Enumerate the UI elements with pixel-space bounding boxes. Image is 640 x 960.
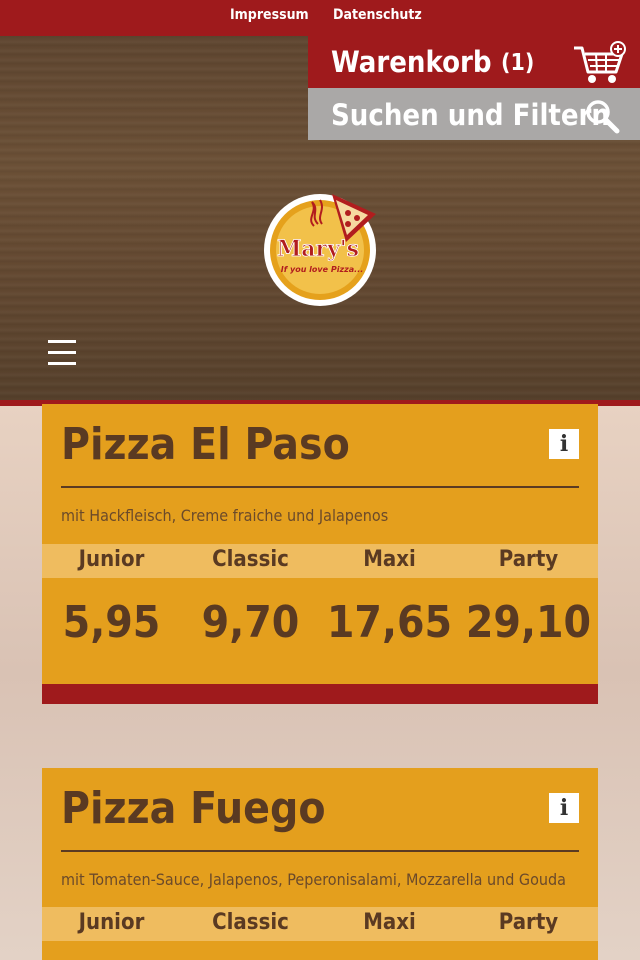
logo-text: Mary's <box>277 236 359 262</box>
size-maxi: Maxi <box>363 910 416 935</box>
search-filter-button[interactable]: Suchen und Filtern <box>308 88 640 140</box>
product-card-el-paso: Pizza El Paso i mit Hackfleisch, Creme f… <box>42 404 598 704</box>
title-divider <box>61 850 579 852</box>
product-description: mit Tomaten-Sauce, Jalapenos, Peperonisa… <box>61 870 566 889</box>
info-icon[interactable]: i <box>549 793 579 823</box>
search-label: Suchen und Filtern <box>331 98 610 132</box>
info-icon[interactable]: i <box>549 429 579 459</box>
card-footer-bar <box>42 684 598 704</box>
top-bar: Impressum Datenschutz <box>0 0 640 36</box>
price-maxi[interactable]: 17,65 <box>320 597 459 648</box>
size-junior: Junior <box>78 547 145 572</box>
price-junior[interactable]: 5,95 <box>42 597 181 648</box>
datenschutz-link[interactable]: Datenschutz <box>333 7 422 23</box>
size-maxi: Maxi <box>363 547 416 572</box>
impressum-link[interactable]: Impressum <box>230 7 309 23</box>
title-divider <box>61 486 579 488</box>
cart-label: Warenkorb <box>331 45 492 79</box>
hamburger-icon[interactable] <box>48 340 76 370</box>
product-description: mit Hackfleisch, Creme fraiche und Jalap… <box>61 506 389 525</box>
logo-tagline: If you love Pizza... <box>281 265 364 274</box>
size-classic: Classic <box>212 547 289 572</box>
product-card-fuego: Pizza Fuego i mit Tomaten-Sauce, Jalapen… <box>42 768 598 960</box>
price-party[interactable]: 29,10 <box>459 597 598 648</box>
cart-count: (1) <box>501 50 535 76</box>
size-junior: Junior <box>78 910 145 935</box>
product-title: Pizza Fuego <box>61 783 326 834</box>
magnifier-icon <box>586 100 620 134</box>
size-header-row: Junior Classic Maxi Party <box>42 544 598 578</box>
size-header-row: Junior Classic Maxi Party <box>42 907 598 941</box>
size-classic: Classic <box>212 910 289 935</box>
price-classic[interactable]: 9,70 <box>181 597 320 648</box>
product-title: Pizza El Paso <box>61 419 350 470</box>
cart-button[interactable]: Warenkorb (1) <box>308 36 640 88</box>
marys-logo[interactable]: Mary's If you love Pizza... <box>262 188 380 308</box>
cart-add-icon <box>574 41 626 83</box>
size-party: Party <box>498 547 559 572</box>
size-party: Party <box>498 910 559 935</box>
